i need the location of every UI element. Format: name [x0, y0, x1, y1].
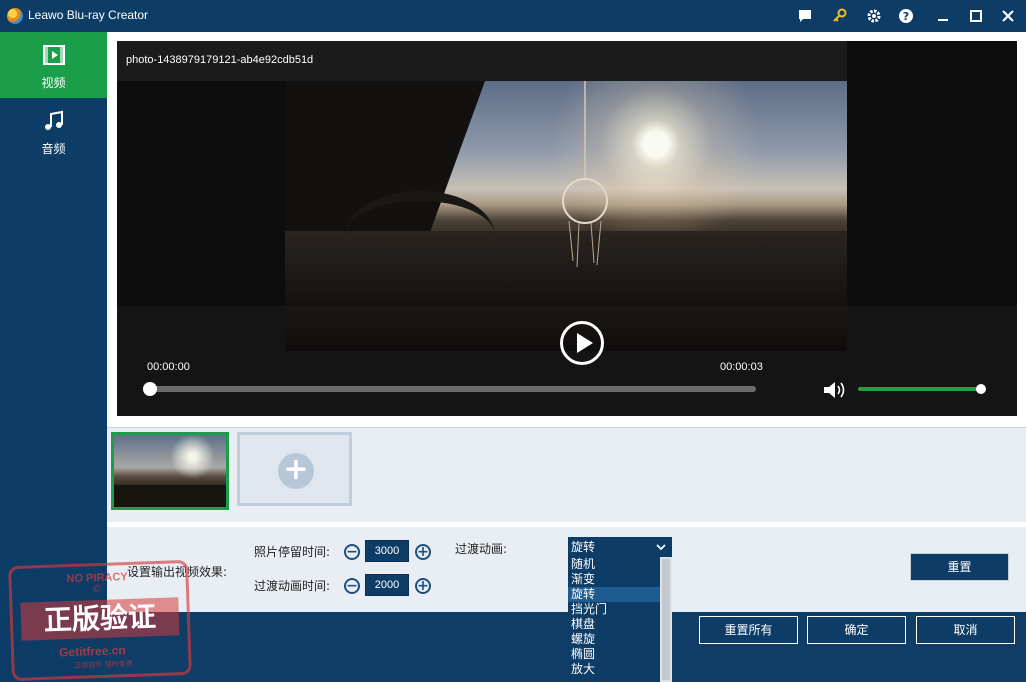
- transition-option[interactable]: 渐变: [568, 572, 660, 587]
- watermark-site: Getitfree.cn: [58, 643, 126, 660]
- total-time: 00:00:03: [720, 361, 763, 373]
- transition-select[interactable]: 旋转: [568, 537, 672, 557]
- volume-handle[interactable]: [976, 384, 986, 394]
- sidebar-item-label: 音频: [41, 142, 66, 156]
- photo-duration-input[interactable]: 3000: [365, 540, 409, 562]
- transition-option[interactable]: 挡光门: [568, 602, 660, 617]
- volume-slider[interactable]: [858, 387, 982, 391]
- reset-all-button[interactable]: 重置所有: [699, 616, 798, 644]
- dropdown-scroll-thumb[interactable]: [662, 559, 670, 680]
- photo-duration-decrement-button[interactable]: −: [344, 544, 360, 560]
- window-title: Leawo Blu-ray Creator: [28, 8, 149, 22]
- close-icon[interactable]: [998, 6, 1018, 26]
- preview-image: [285, 81, 847, 306]
- transition-duration-decrement-button[interactable]: −: [344, 578, 360, 594]
- transition-option[interactable]: 螺旋: [568, 632, 660, 647]
- main-content: photo-1438979179121-ab4e92cdb51d 00:00:0…: [107, 32, 1026, 682]
- seek-handle[interactable]: [143, 382, 157, 396]
- transition-duration-increment-button[interactable]: +: [415, 578, 431, 594]
- sidebar-item-label: 视频: [41, 76, 66, 90]
- photo-duration-label: 照片停留时间:: [254, 545, 331, 559]
- thumbnail-strip: +: [107, 427, 1026, 522]
- title-bar: Leawo Blu-ray Creator ?: [0, 0, 1026, 32]
- sidebar-item-video[interactable]: 视频: [0, 32, 107, 98]
- dropdown-scrollbar[interactable]: [660, 557, 672, 682]
- transition-duration-label: 过渡动画时间:: [254, 579, 331, 593]
- dreamcatcher-graphic: [562, 81, 608, 268]
- maximize-icon[interactable]: [966, 6, 986, 26]
- plus-icon: +: [278, 453, 314, 489]
- transition-duration-input[interactable]: 2000: [365, 574, 409, 596]
- app-logo-icon: [7, 8, 23, 24]
- video-icon: [43, 45, 65, 65]
- feedback-icon[interactable]: [795, 6, 815, 26]
- transition-option[interactable]: 旋转: [568, 587, 660, 602]
- photo-duration-increment-button[interactable]: +: [415, 544, 431, 560]
- music-note-icon: [45, 110, 63, 130]
- transition-option[interactable]: 随机: [568, 557, 660, 572]
- transition-label: 过渡动画:: [455, 542, 508, 556]
- watermark-top-text: NO PIRACY: [66, 571, 128, 586]
- cancel-button[interactable]: 取消: [916, 616, 1015, 644]
- watermark-main-text: 正版验证: [20, 597, 180, 641]
- current-time: 00:00:00: [147, 361, 190, 373]
- transition-option[interactable]: 椭圆: [568, 647, 660, 662]
- video-player[interactable]: photo-1438979179121-ab4e92cdb51d 00:00:0…: [117, 41, 1017, 416]
- bottom-action-bar: 重置所有 确定 取消: [107, 612, 1026, 682]
- reset-button[interactable]: 重置: [910, 553, 1009, 581]
- transition-dropdown-list: 随机 渐变 旋转 挡光门 棋盘 螺旋 椭圆 放大: [568, 557, 672, 682]
- sidebar-item-audio[interactable]: 音频: [0, 98, 107, 164]
- minimize-icon[interactable]: [933, 6, 953, 26]
- add-photo-button[interactable]: +: [237, 432, 352, 506]
- key-icon[interactable]: [830, 6, 850, 26]
- svg-text:?: ?: [903, 10, 909, 23]
- transition-option[interactable]: 放大: [568, 662, 660, 677]
- transition-option[interactable]: 棋盘: [568, 617, 660, 632]
- transition-selected-value: 旋转: [571, 540, 596, 554]
- help-icon[interactable]: ?: [896, 6, 916, 26]
- watermark-stamp: NO PIRACY © 正版验证 Getitfree.cn 正版软件 限时免费: [8, 559, 192, 682]
- thumbnail-item[interactable]: [111, 432, 229, 510]
- watermark-sub: 正版软件 限时免费: [74, 659, 133, 670]
- play-button[interactable]: [560, 321, 604, 365]
- confirm-button[interactable]: 确定: [807, 616, 906, 644]
- volume-icon[interactable]: [823, 381, 845, 399]
- watermark-copyright: ©: [91, 583, 103, 596]
- seek-bar[interactable]: [150, 386, 756, 392]
- media-title: photo-1438979179121-ab4e92cdb51d: [126, 54, 314, 66]
- settings-panel: 设置输出视频效果: 照片停留时间: − 3000 + 过渡动画时间: − 200…: [107, 527, 1026, 617]
- player-controls-band: [117, 306, 1017, 416]
- settings-gear-icon[interactable]: [864, 6, 884, 26]
